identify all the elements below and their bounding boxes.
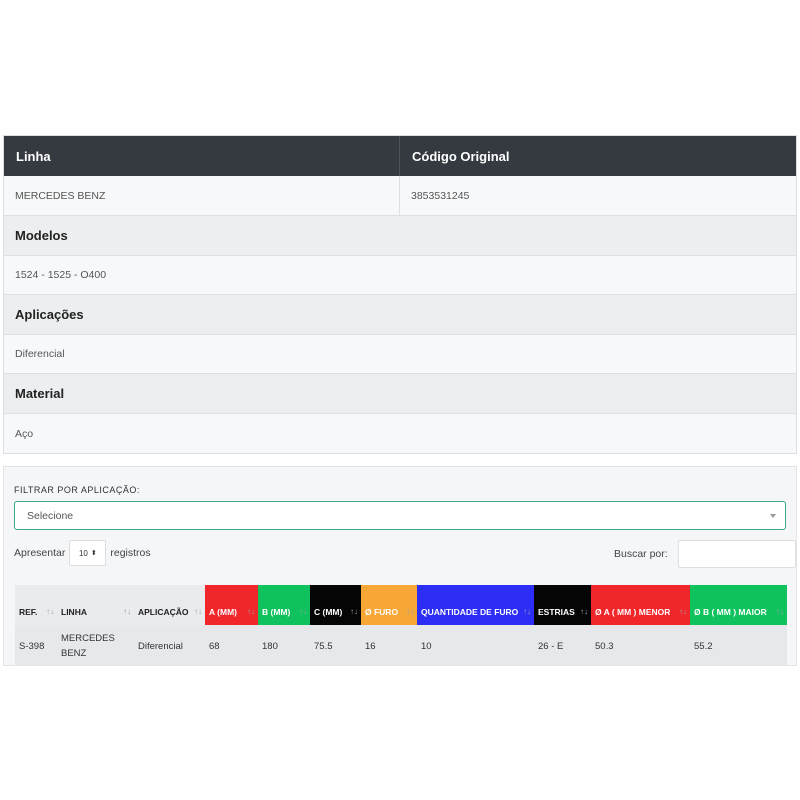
cell-b-mm: 180	[258, 625, 310, 665]
material-value: Aço	[4, 414, 796, 453]
sort-icon: ↑↓	[123, 607, 131, 616]
page-length-prefix: Apresentar	[14, 547, 66, 559]
linha-value: MERCEDES BENZ	[4, 176, 400, 215]
column-header-a-menor[interactable]: Ø A ( MM ) MENOR ↑↓	[591, 585, 690, 625]
search-label: Buscar por:	[614, 548, 668, 560]
codigo-original-value: 3853531245	[411, 189, 470, 202]
chevron-down-icon	[770, 514, 776, 518]
sort-icon: ↑↓	[679, 607, 687, 616]
column-header-furo[interactable]: Ø FURO ↑↓	[361, 585, 417, 625]
page-length-control: Apresentar 10 ⬍ registros	[14, 540, 151, 566]
sort-icon: ↑↓	[580, 607, 588, 616]
column-header-a-mm[interactable]: A (MM) ↑↓	[205, 585, 258, 625]
cell-estrias: 26 - E	[534, 625, 591, 665]
sort-icon: ↑↓	[350, 607, 358, 616]
sort-icon: ↑↓	[194, 607, 202, 616]
sort-icon: ↑↓	[299, 607, 307, 616]
application-filter-value: Selecione	[27, 509, 74, 522]
page-length-suffix: registros	[110, 547, 151, 559]
product-info-panel: Linha Código Original MERCEDES BENZ 3853…	[3, 135, 797, 454]
codigo-original-header: Código Original	[412, 148, 510, 164]
modelos-title: Modelos	[4, 216, 796, 256]
table-header-row: REF. ↑↓ LINHA ↑↓ APLICAÇÃO ↑↓ A (MM) ↑↓ B (M…	[15, 585, 787, 625]
column-header-quantidade-de-furo[interactable]: QUANTIDADE DE FURO ↑↓	[417, 585, 534, 625]
linha-header: Linha	[4, 136, 400, 176]
application-filter-select[interactable]: Selecione	[14, 501, 786, 530]
search-input[interactable]	[677, 540, 796, 568]
column-header-estrias[interactable]: ESTRIAS ↑↓	[534, 585, 591, 625]
sort-icon: ↑↓	[406, 607, 414, 616]
cell-a-mm: 68	[205, 625, 258, 665]
aplicacoes-value: Diferencial	[4, 335, 796, 374]
sort-icon: ↑↓	[247, 607, 255, 616]
updown-icon: ⬍	[90, 550, 97, 557]
page-length-value: 10	[78, 548, 88, 558]
cell-a-menor: 50.3	[591, 625, 690, 665]
info-values-row: MERCEDES BENZ 3853531245	[4, 176, 796, 216]
aplicacoes-title: Aplicações	[4, 295, 796, 335]
modelos-value: 1524 - 1525 - O400	[4, 256, 796, 295]
cell-quantidade-de-furo: 10	[417, 625, 534, 665]
cell-c-mm: 75.5	[310, 625, 361, 665]
info-header-row: Linha Código Original	[4, 136, 796, 176]
cell-aplicacao: Diferencial	[134, 625, 205, 665]
column-header-c-mm[interactable]: C (MM) ↑↓	[310, 585, 361, 625]
column-header-linha[interactable]: LINHA ↑↓	[57, 585, 134, 625]
material-title: Material	[4, 374, 796, 414]
cell-b-maior: 55.2	[690, 625, 787, 665]
cell-linha: MERCEDES BENZ	[57, 625, 134, 665]
column-header-b-mm[interactable]: B (MM) ↑↓	[258, 585, 310, 625]
applications-table-panel: FILTRAR POR APLICAÇÃO: Selecione Apresen…	[3, 466, 797, 666]
applications-table: REF. ↑↓ LINHA ↑↓ APLICAÇÃO ↑↓ A (MM) ↑↓ B (M…	[15, 585, 787, 665]
column-header-aplicacao[interactable]: APLICAÇÃO ↑↓	[134, 585, 205, 625]
sort-icon: ↑↓	[523, 607, 531, 616]
column-header-ref[interactable]: REF. ↑↓	[15, 585, 57, 625]
filter-label: FILTRAR POR APLICAÇÃO:	[14, 485, 140, 495]
cell-ref: S-398	[15, 625, 57, 665]
table-row: S-398 MERCEDES BENZ Diferencial 68 180 7…	[15, 625, 787, 665]
cell-furo: 16	[361, 625, 417, 665]
page-length-select[interactable]: 10 ⬍	[69, 540, 107, 566]
column-header-b-maior[interactable]: Ø B ( MM ) MAIOR ↑↓	[690, 585, 787, 625]
search-control: Buscar por:	[614, 540, 796, 568]
sort-icon: ↑↓	[46, 607, 54, 616]
sort-icon: ↑↓	[776, 607, 784, 616]
